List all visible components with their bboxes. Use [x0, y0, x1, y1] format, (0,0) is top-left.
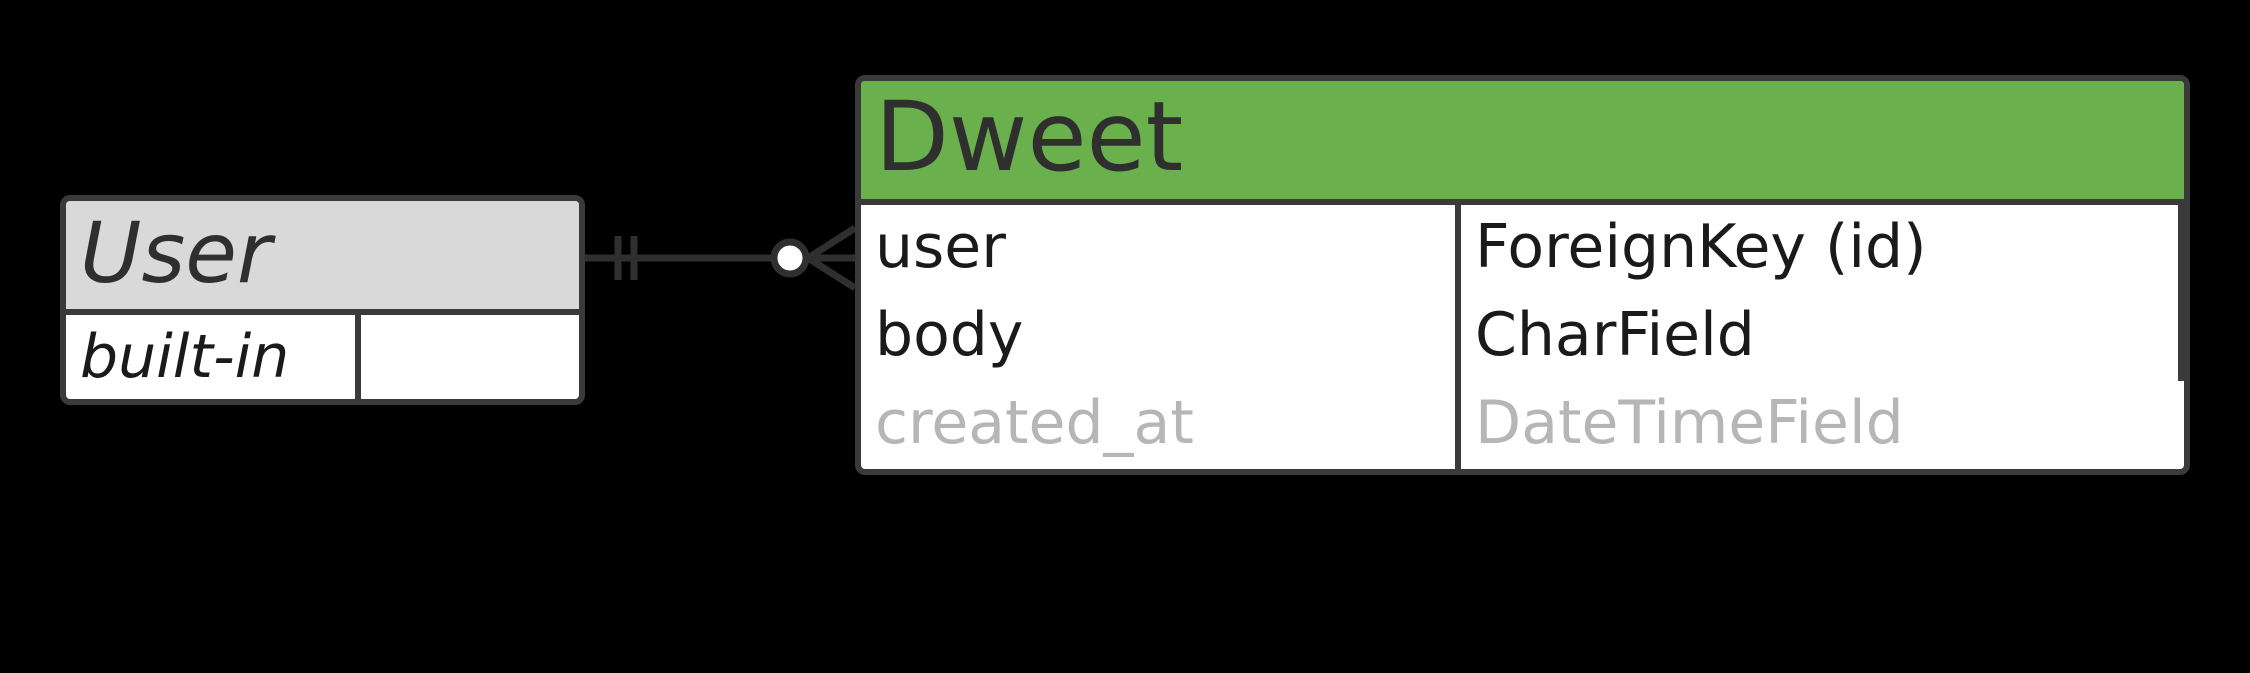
field-name: body [861, 293, 1461, 381]
field-type: DateTimeField [1461, 381, 2184, 469]
entity-user-rows: built-in [66, 315, 579, 399]
field-name: built-in [66, 315, 361, 399]
er-diagram-canvas: User built-in Dweet user ForeignKey (id)… [0, 0, 2250, 673]
field-type: ForeignKey (id) [1461, 205, 2184, 293]
field-name: created_at [861, 381, 1461, 469]
field-type [361, 315, 579, 399]
entity-dweet: Dweet user ForeignKey (id) body CharFiel… [855, 75, 2190, 475]
entity-user-title: User [66, 201, 579, 315]
field-type: CharField [1461, 293, 2184, 381]
field-name: user [861, 205, 1461, 293]
entity-dweet-title: Dweet [861, 81, 2184, 205]
entity-user: User built-in [60, 195, 585, 405]
entity-dweet-rows: user ForeignKey (id) body CharField crea… [861, 205, 2184, 469]
